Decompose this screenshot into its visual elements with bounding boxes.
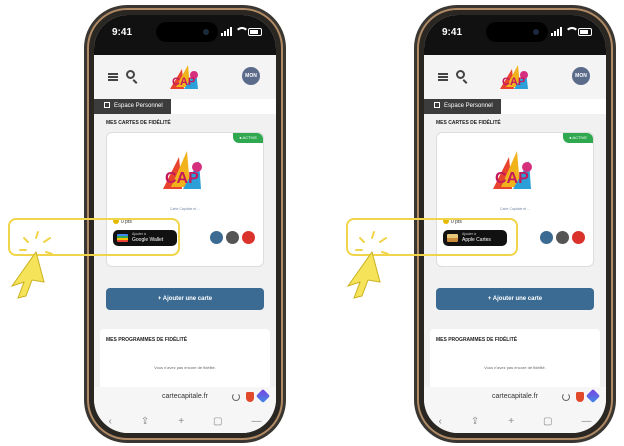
svg-text:CAP: CAP <box>495 170 529 187</box>
signal-icon <box>221 27 232 36</box>
add-card-button[interactable]: + Ajouter une carte <box>106 288 264 310</box>
card-logo: CAP <box>493 151 532 189</box>
search-icon[interactable] <box>126 70 135 79</box>
cap-logo[interactable]: CAP <box>164 61 208 95</box>
cards-section-title: MES CARTES DE FIDÉLITÉ <box>436 120 501 126</box>
programs-section-title: MES PROGRAMMES DE FIDÉLITÉ <box>436 337 518 343</box>
svg-text:CAP: CAP <box>172 76 195 88</box>
search-icon[interactable] <box>456 70 465 79</box>
status-badge: ● ACTIVE <box>233 133 263 143</box>
battery-icon <box>578 28 592 36</box>
brave-shield-icon[interactable] <box>576 392 584 402</box>
add-card-button[interactable]: + Ajouter une carte <box>436 288 594 310</box>
svg-text:CAP: CAP <box>502 76 525 88</box>
more-icon[interactable]: — <box>581 416 591 427</box>
share-icon[interactable] <box>210 231 223 244</box>
status-bar: 9:41 <box>94 15 276 55</box>
card-logo: CAP <box>163 151 202 189</box>
espace-personnel-label: Espace Personnel <box>114 103 163 109</box>
programs-empty-text: Vous n'avez pas encore de fidélité. <box>154 365 216 370</box>
grid-icon <box>104 102 110 108</box>
cursor-icon <box>346 231 389 299</box>
brave-shield-icon[interactable] <box>246 392 254 402</box>
new-tab-icon[interactable]: + <box>508 416 514 427</box>
delete-icon[interactable] <box>572 231 585 244</box>
avatar[interactable]: MON <box>572 67 590 85</box>
status-time: 9:41 <box>112 27 133 38</box>
cards-section-title: MES CARTES DE FIDÉLITÉ <box>106 120 171 126</box>
browser-url-bar[interactable]: cartecapitale.fr <box>424 387 606 409</box>
wifi-icon <box>565 27 579 36</box>
browser-toolbar: ‹ ⇪ + ▢ — <box>424 409 606 433</box>
cursor-icon <box>10 231 53 299</box>
card-subtitle: Carte Capitale et ... <box>499 207 531 211</box>
extension-icon[interactable] <box>585 388 601 404</box>
reload-icon[interactable] <box>562 393 570 401</box>
back-icon[interactable]: ‹ <box>438 416 441 427</box>
tabs-icon[interactable]: ▢ <box>213 416 222 427</box>
programs-section: MES PROGRAMMES DE FIDÉLITÉ Vous n'avez p… <box>100 329 270 389</box>
qr-icon[interactable] <box>556 231 569 244</box>
dynamic-island <box>156 22 218 42</box>
browser-toolbar: ‹ ⇪ + ▢ — <box>94 409 276 433</box>
status-badge: ● ACTIVE <box>563 133 593 143</box>
signal-icon <box>551 27 562 36</box>
extension-icon[interactable] <box>255 388 271 404</box>
status-time: 9:41 <box>442 27 463 38</box>
more-icon[interactable]: — <box>251 416 261 427</box>
menu-icon[interactable] <box>108 73 118 81</box>
espace-personnel-tab[interactable]: Espace Personnel <box>424 99 501 114</box>
status-bar: 9:41 <box>424 15 606 55</box>
menu-icon[interactable] <box>438 73 448 81</box>
battery-icon <box>248 28 262 36</box>
espace-personnel-tab[interactable]: Espace Personnel <box>94 99 171 114</box>
tabs-icon[interactable]: ▢ <box>543 416 552 427</box>
wifi-icon <box>235 27 249 36</box>
svg-text:CAP: CAP <box>165 170 199 187</box>
share-icon[interactable] <box>540 231 553 244</box>
qr-icon[interactable] <box>226 231 239 244</box>
delete-icon[interactable] <box>242 231 255 244</box>
programs-empty-text: Vous n'avez pas encore de fidélité. <box>484 365 546 370</box>
share-icon[interactable]: ⇪ <box>141 416 149 427</box>
programs-section: MES PROGRAMMES DE FIDÉLITÉ Vous n'avez p… <box>430 329 600 389</box>
espace-personnel-label: Espace Personnel <box>444 103 493 109</box>
avatar[interactable]: MON <box>242 67 260 85</box>
card-subtitle: Carte Capitale et ... <box>169 207 201 211</box>
programs-section-title: MES PROGRAMMES DE FIDÉLITÉ <box>106 337 188 343</box>
cap-logo[interactable]: CAP <box>494 61 538 95</box>
browser-url-bar[interactable]: cartecapitale.fr <box>94 387 276 409</box>
share-icon[interactable]: ⇪ <box>471 416 479 427</box>
app-header: CAP MON <box>424 55 606 99</box>
app-header: CAP MON <box>94 55 276 99</box>
back-icon[interactable]: ‹ <box>108 416 111 427</box>
new-tab-icon[interactable]: + <box>178 416 184 427</box>
dynamic-island <box>486 22 548 42</box>
reload-icon[interactable] <box>232 393 240 401</box>
grid-icon <box>434 102 440 108</box>
